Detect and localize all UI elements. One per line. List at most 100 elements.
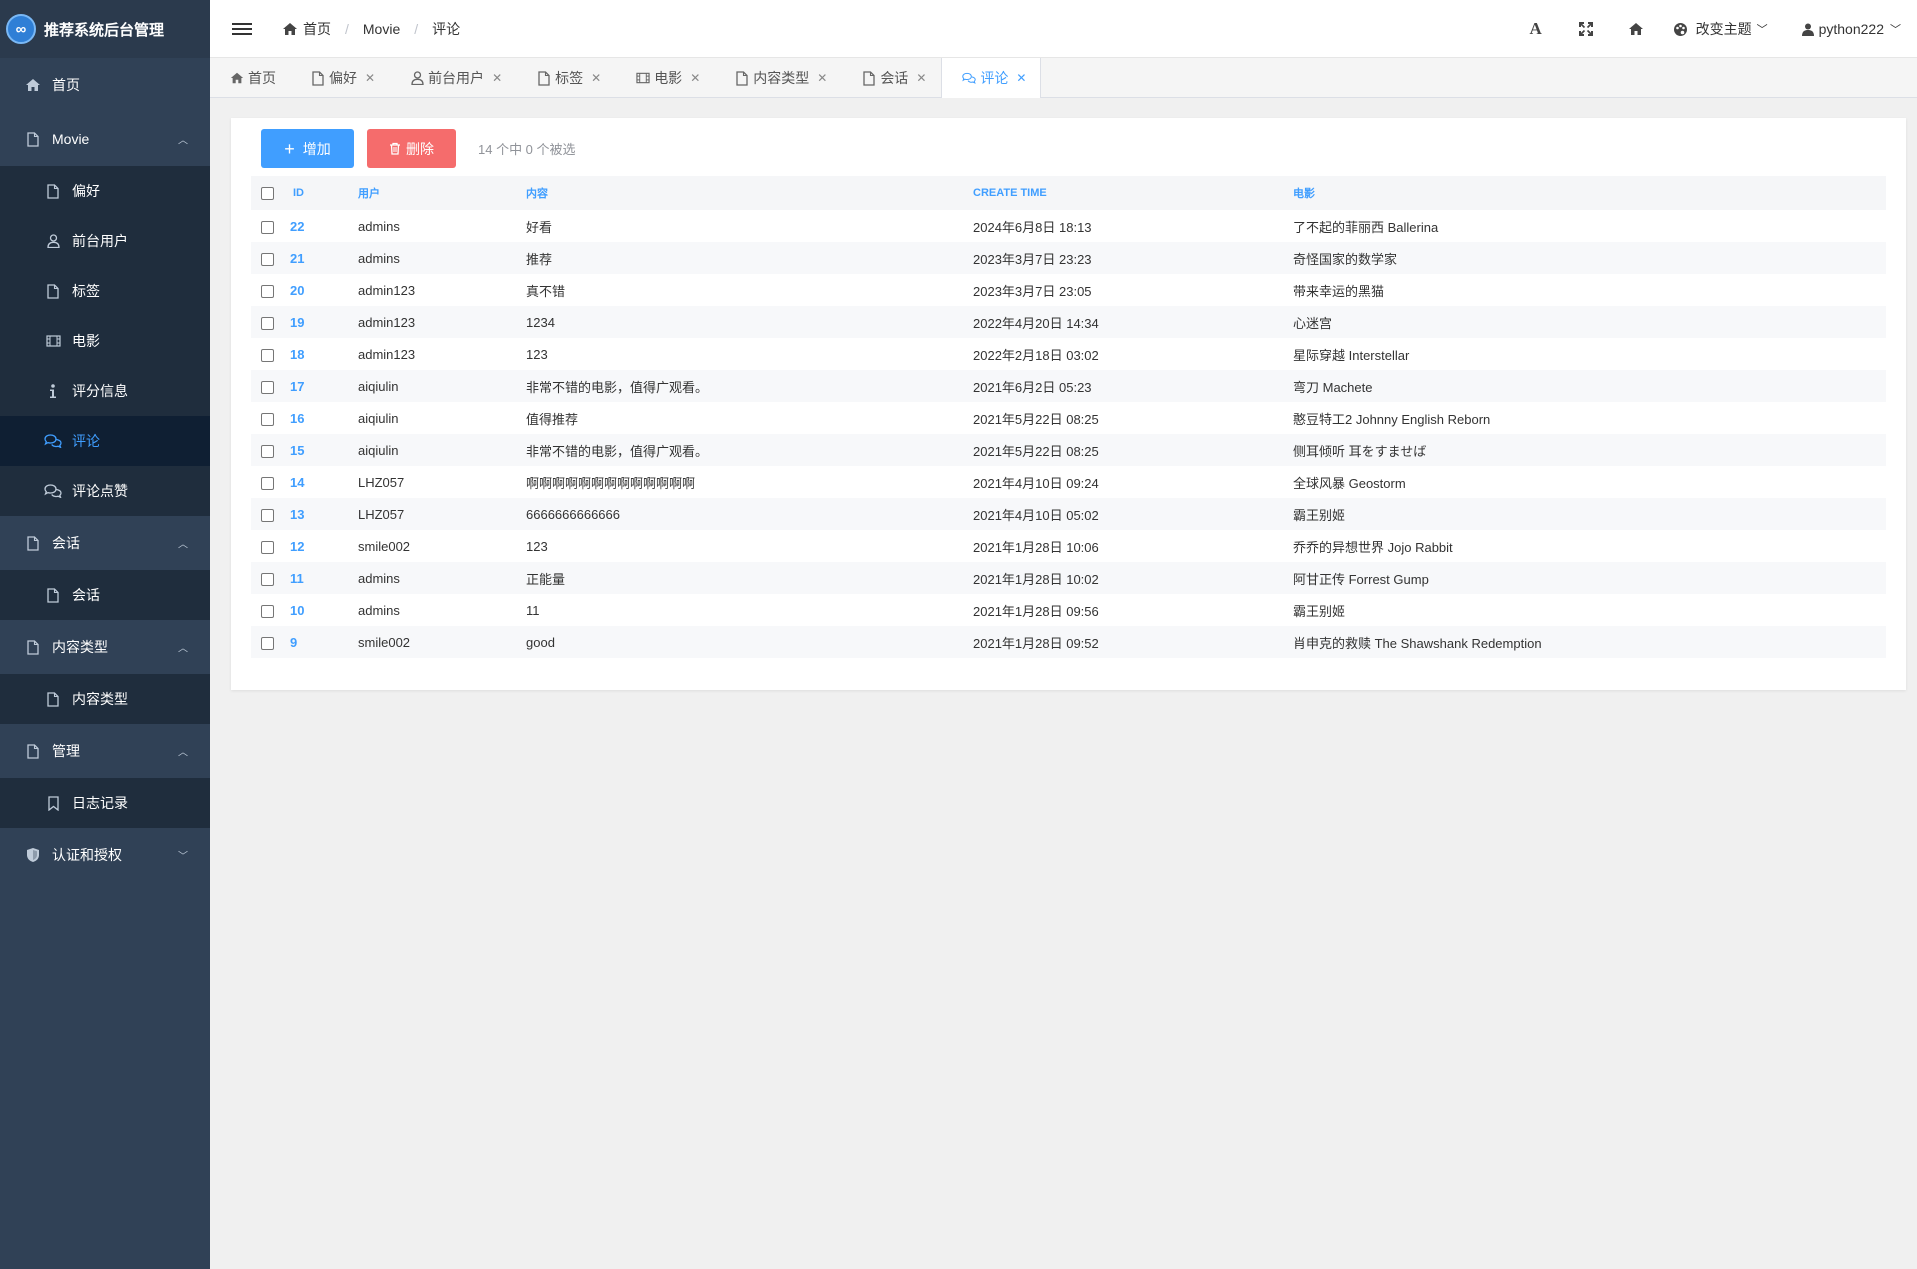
tab-5[interactable]: 内容类型 ✕ — [715, 58, 842, 98]
table-row[interactable]: 19 admin123 1234 2022年4月20日 14:34 心迷宫 — [251, 306, 1886, 338]
cell-id[interactable]: 22 — [290, 210, 358, 242]
sidebar-item-14[interactable]: 日志记录 — [0, 778, 210, 828]
cell-movie: 心迷宫 — [1293, 306, 1886, 338]
cell-user: LHZ057 — [358, 474, 405, 490]
cell-id[interactable]: 18 — [290, 338, 358, 370]
table-row[interactable]: 10 admins 11 2021年1月28日 09:56 霸王别姬 — [251, 594, 1886, 626]
row-checkbox[interactable] — [261, 476, 274, 490]
table-row[interactable]: 13 LHZ057 6666666666666 2021年4月10日 05:02 霸王别… — [251, 498, 1886, 530]
tab-4[interactable]: 电影 ✕ — [616, 58, 715, 98]
table-row[interactable]: 17 aiqiulin 非常不错的电影，值得广观看。 2021年6月2日 05:23 弯… — [251, 370, 1886, 402]
tab-3[interactable]: 标签 ✕ — [517, 58, 616, 98]
table-row[interactable]: 11 admins 正能量 2021年1月28日 10:02 阿甘正传 Forrest … — [251, 562, 1886, 594]
cell-movie: 全球风暴 Geostorm — [1293, 475, 1406, 491]
table-row[interactable]: 18 admin123 123 2022年2月18日 03:02 星际穿越 Inters… — [251, 338, 1886, 370]
sidebar-item-2[interactable]: 偏好 — [0, 166, 210, 216]
table-row[interactable]: 15 aiqiulin 非常不错的电影，值得广观看。 2021年5月22日 08:25… — [251, 434, 1886, 466]
cell-id[interactable]: 21 — [290, 242, 358, 274]
row-checkbox[interactable] — [261, 380, 274, 394]
select-all-cell — [251, 176, 290, 210]
cell-id[interactable]: 16 — [290, 402, 358, 434]
row-checkbox[interactable] — [261, 316, 274, 330]
column-header-create-time[interactable]: CREATE TIME — [973, 176, 1293, 210]
close-icon[interactable]: ✕ — [492, 71, 502, 85]
sidebar-item-11[interactable]: 内容类型 ︿ — [0, 620, 210, 674]
file-icon — [44, 690, 62, 708]
tab-7[interactable]: 评论 ✕ — [941, 58, 1042, 98]
cell-id[interactable]: 14 — [290, 466, 358, 498]
tab-1[interactable]: 偏好 ✕ — [291, 58, 390, 98]
cell-id[interactable]: 15 — [290, 434, 358, 466]
sidebar-item-7[interactable]: 评论 — [0, 416, 210, 466]
table-row[interactable]: 20 admin123 真不错 2023年3月7日 23:05 带来幸运的黑猫 — [251, 274, 1886, 306]
table-row[interactable]: 22 admins 好看 2024年6月8日 18:13 了不起的菲丽西 Balleri… — [251, 210, 1886, 242]
table-row[interactable]: 9 smile002 good 2021年1月28日 09:52 肖申克的救赎 The … — [251, 626, 1886, 658]
breadcrumb-item-movie[interactable]: Movie — [363, 21, 400, 37]
cell-id[interactable]: 12 — [290, 530, 358, 562]
theme-dropdown[interactable]: 改变主题 ﹀ — [1673, 19, 1768, 39]
user-dropdown[interactable]: python222 ﹀ — [1801, 21, 1901, 37]
row-checkbox[interactable] — [261, 604, 274, 618]
row-checkbox[interactable] — [261, 540, 274, 554]
cell-id[interactable]: 10 — [290, 594, 358, 626]
sidebar-item-1[interactable]: Movie ︿ — [0, 112, 210, 166]
column-header-user[interactable]: 用户 — [358, 176, 526, 210]
cell-user: admin123 — [358, 346, 416, 362]
logo[interactable]: ∞ 推荐系统后台管理 — [0, 0, 210, 58]
cell-id[interactable]: 19 — [290, 306, 358, 338]
row-checkbox[interactable] — [261, 252, 274, 266]
sidebar-item-6[interactable]: 评分信息 — [0, 366, 210, 416]
sidebar-item-0[interactable]: 首页 — [0, 58, 210, 112]
file-icon — [735, 70, 749, 86]
breadcrumb-item-home[interactable]: 首页 — [303, 19, 331, 39]
add-button[interactable]: + 增加 — [261, 129, 354, 168]
cell-id[interactable]: 20 — [290, 274, 358, 306]
sidebar-item-3[interactable]: 前台用户 — [0, 216, 210, 266]
column-header-movie[interactable]: 电影 — [1293, 176, 1886, 210]
font-size-icon[interactable]: A — [1511, 0, 1561, 58]
cell-id[interactable]: 13 — [290, 498, 358, 530]
row-checkbox[interactable] — [261, 444, 274, 458]
sidebar-item-15[interactable]: 认证和授权 ﹀ — [0, 828, 210, 882]
table-row[interactable]: 16 aiqiulin 值得推荐 2021年5月22日 08:25 憨豆特工2 John… — [251, 402, 1886, 434]
tab-6[interactable]: 会话 ✕ — [842, 58, 941, 98]
sidebar-item-13[interactable]: 管理 ︿ — [0, 724, 210, 778]
sidebar-item-9[interactable]: 会话 ︿ — [0, 516, 210, 570]
select-all-checkbox[interactable] — [261, 186, 274, 200]
row-checkbox[interactable] — [261, 508, 274, 522]
close-icon[interactable]: ✕ — [365, 71, 375, 85]
cell-id[interactable]: 17 — [290, 370, 358, 402]
row-checkbox[interactable] — [261, 636, 274, 650]
sidebar-item-8[interactable]: 评论点赞 — [0, 466, 210, 516]
row-checkbox[interactable] — [261, 348, 274, 362]
sidebar-item-12[interactable]: 内容类型 — [0, 674, 210, 724]
close-icon[interactable]: ✕ — [817, 71, 827, 85]
sidebar-item-label: 认证和授权 — [52, 847, 122, 863]
tab-2[interactable]: 前台用户 ✕ — [390, 58, 517, 98]
sidebar-item-5[interactable]: 电影 — [0, 316, 210, 366]
table-row[interactable]: 12 smile002 123 2021年1月28日 10:06 乔乔的异想世界 Joj… — [251, 530, 1886, 562]
row-checkbox[interactable] — [261, 572, 274, 586]
table-row[interactable]: 14 LHZ057 啊啊啊啊啊啊啊啊啊啊啊啊啊 2021年4月10日 09:24 全球风… — [251, 466, 1886, 498]
close-icon[interactable]: ✕ — [1016, 71, 1026, 85]
tab-0[interactable]: 首页 — [210, 58, 291, 98]
close-icon[interactable]: ✕ — [690, 71, 700, 85]
table-row[interactable]: 21 admins 推荐 2023年3月7日 23:23 奇怪国家的数学家 — [251, 242, 1886, 274]
close-icon[interactable]: ✕ — [916, 71, 926, 85]
row-checkbox[interactable] — [261, 412, 274, 426]
sidebar-item-10[interactable]: 会话 — [0, 570, 210, 620]
file-icon — [44, 586, 62, 604]
hamburger-icon[interactable] — [232, 22, 252, 35]
column-header-content[interactable]: 内容 — [526, 176, 973, 210]
cell-id[interactable]: 11 — [290, 562, 358, 594]
home-icon[interactable] — [1611, 0, 1661, 58]
row-checkbox[interactable] — [261, 220, 274, 234]
column-header-id[interactable]: ID — [290, 176, 358, 210]
row-checkbox[interactable] — [261, 284, 274, 298]
cell-id[interactable]: 9 — [290, 626, 358, 658]
close-icon[interactable]: ✕ — [591, 71, 601, 85]
sidebar-item-4[interactable]: 标签 — [0, 266, 210, 316]
file-icon — [24, 742, 42, 760]
fullscreen-icon[interactable] — [1561, 0, 1611, 58]
delete-button[interactable]: 删除 — [367, 129, 456, 168]
